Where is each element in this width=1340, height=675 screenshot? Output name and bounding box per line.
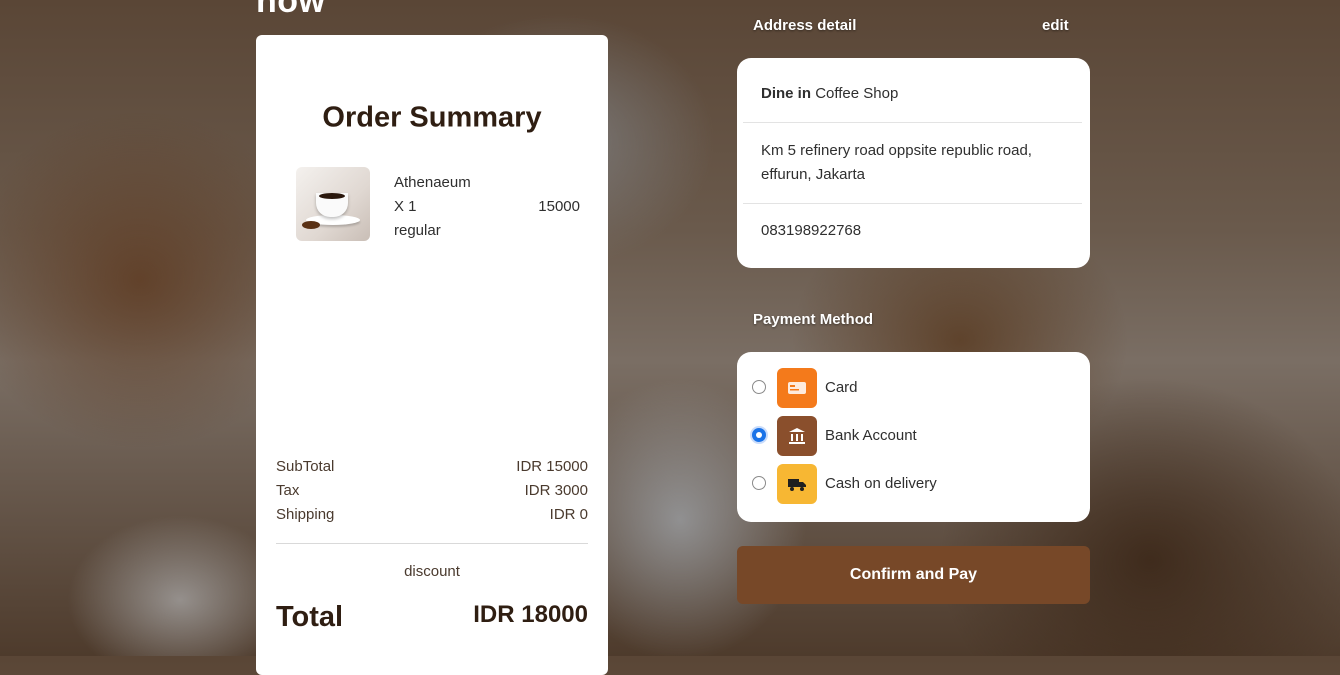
shipping-label: Shipping xyxy=(276,506,335,523)
phone-number: 083198922768 xyxy=(761,222,862,239)
tax-value: IDR 3000 xyxy=(524,482,588,499)
order-summary-card: Order Summary Athenaeum X 1 regular 1500… xyxy=(256,35,608,675)
item-price: 15000 xyxy=(538,198,580,215)
credit-card-icon xyxy=(777,368,817,408)
radio-cash-on-delivery[interactable] xyxy=(752,476,766,490)
summary-divider xyxy=(276,543,588,544)
subtotal-value: IDR 15000 xyxy=(516,458,588,475)
address-section-title: Address detail xyxy=(753,17,857,34)
item-size: regular xyxy=(394,222,441,239)
payment-method-card: Card Bank Account Cash on delivery xyxy=(737,352,1090,522)
payment-option-label: Card xyxy=(825,379,858,396)
radio-bank-account[interactable] xyxy=(752,428,766,442)
street-address: Km 5 refinery road oppsite republic road… xyxy=(761,142,1032,183)
total-value: IDR 18000 xyxy=(473,601,588,628)
location-name: Coffee Shop xyxy=(815,85,899,102)
dine-in-row: Dine in Coffee Shop xyxy=(761,82,1066,106)
bank-icon xyxy=(777,416,817,456)
subtotal-label: SubTotal xyxy=(276,458,335,475)
product-image xyxy=(296,167,370,241)
payment-option-cash-on-delivery[interactable]: Cash on delivery xyxy=(749,464,1078,504)
page-heading: now xyxy=(256,0,326,20)
item-quantity: X 1 xyxy=(394,198,417,215)
payment-section-title: Payment Method xyxy=(753,311,874,328)
total-label: Total xyxy=(276,601,344,633)
address-divider xyxy=(743,203,1082,204)
payment-option-card[interactable]: Card xyxy=(749,368,1078,408)
payment-option-label: Bank Account xyxy=(825,427,917,444)
edit-address-link[interactable]: edit xyxy=(1042,17,1069,34)
item-name: Athenaeum xyxy=(394,174,471,191)
tax-label: Tax xyxy=(276,482,300,499)
shipping-value: IDR 0 xyxy=(549,506,588,523)
order-summary-title: Order Summary xyxy=(322,101,542,134)
dine-in-label: Dine in xyxy=(761,85,812,102)
radio-card[interactable] xyxy=(752,380,766,394)
delivery-truck-icon xyxy=(777,464,817,504)
discount-label: discount xyxy=(404,563,460,580)
payment-option-bank-account[interactable]: Bank Account xyxy=(749,416,1078,456)
confirm-and-pay-button[interactable]: Confirm and Pay xyxy=(737,546,1090,604)
address-card: Dine in Coffee Shop Km 5 refinery road o… xyxy=(737,58,1090,268)
payment-option-label: Cash on delivery xyxy=(825,475,937,492)
address-divider xyxy=(743,122,1082,123)
